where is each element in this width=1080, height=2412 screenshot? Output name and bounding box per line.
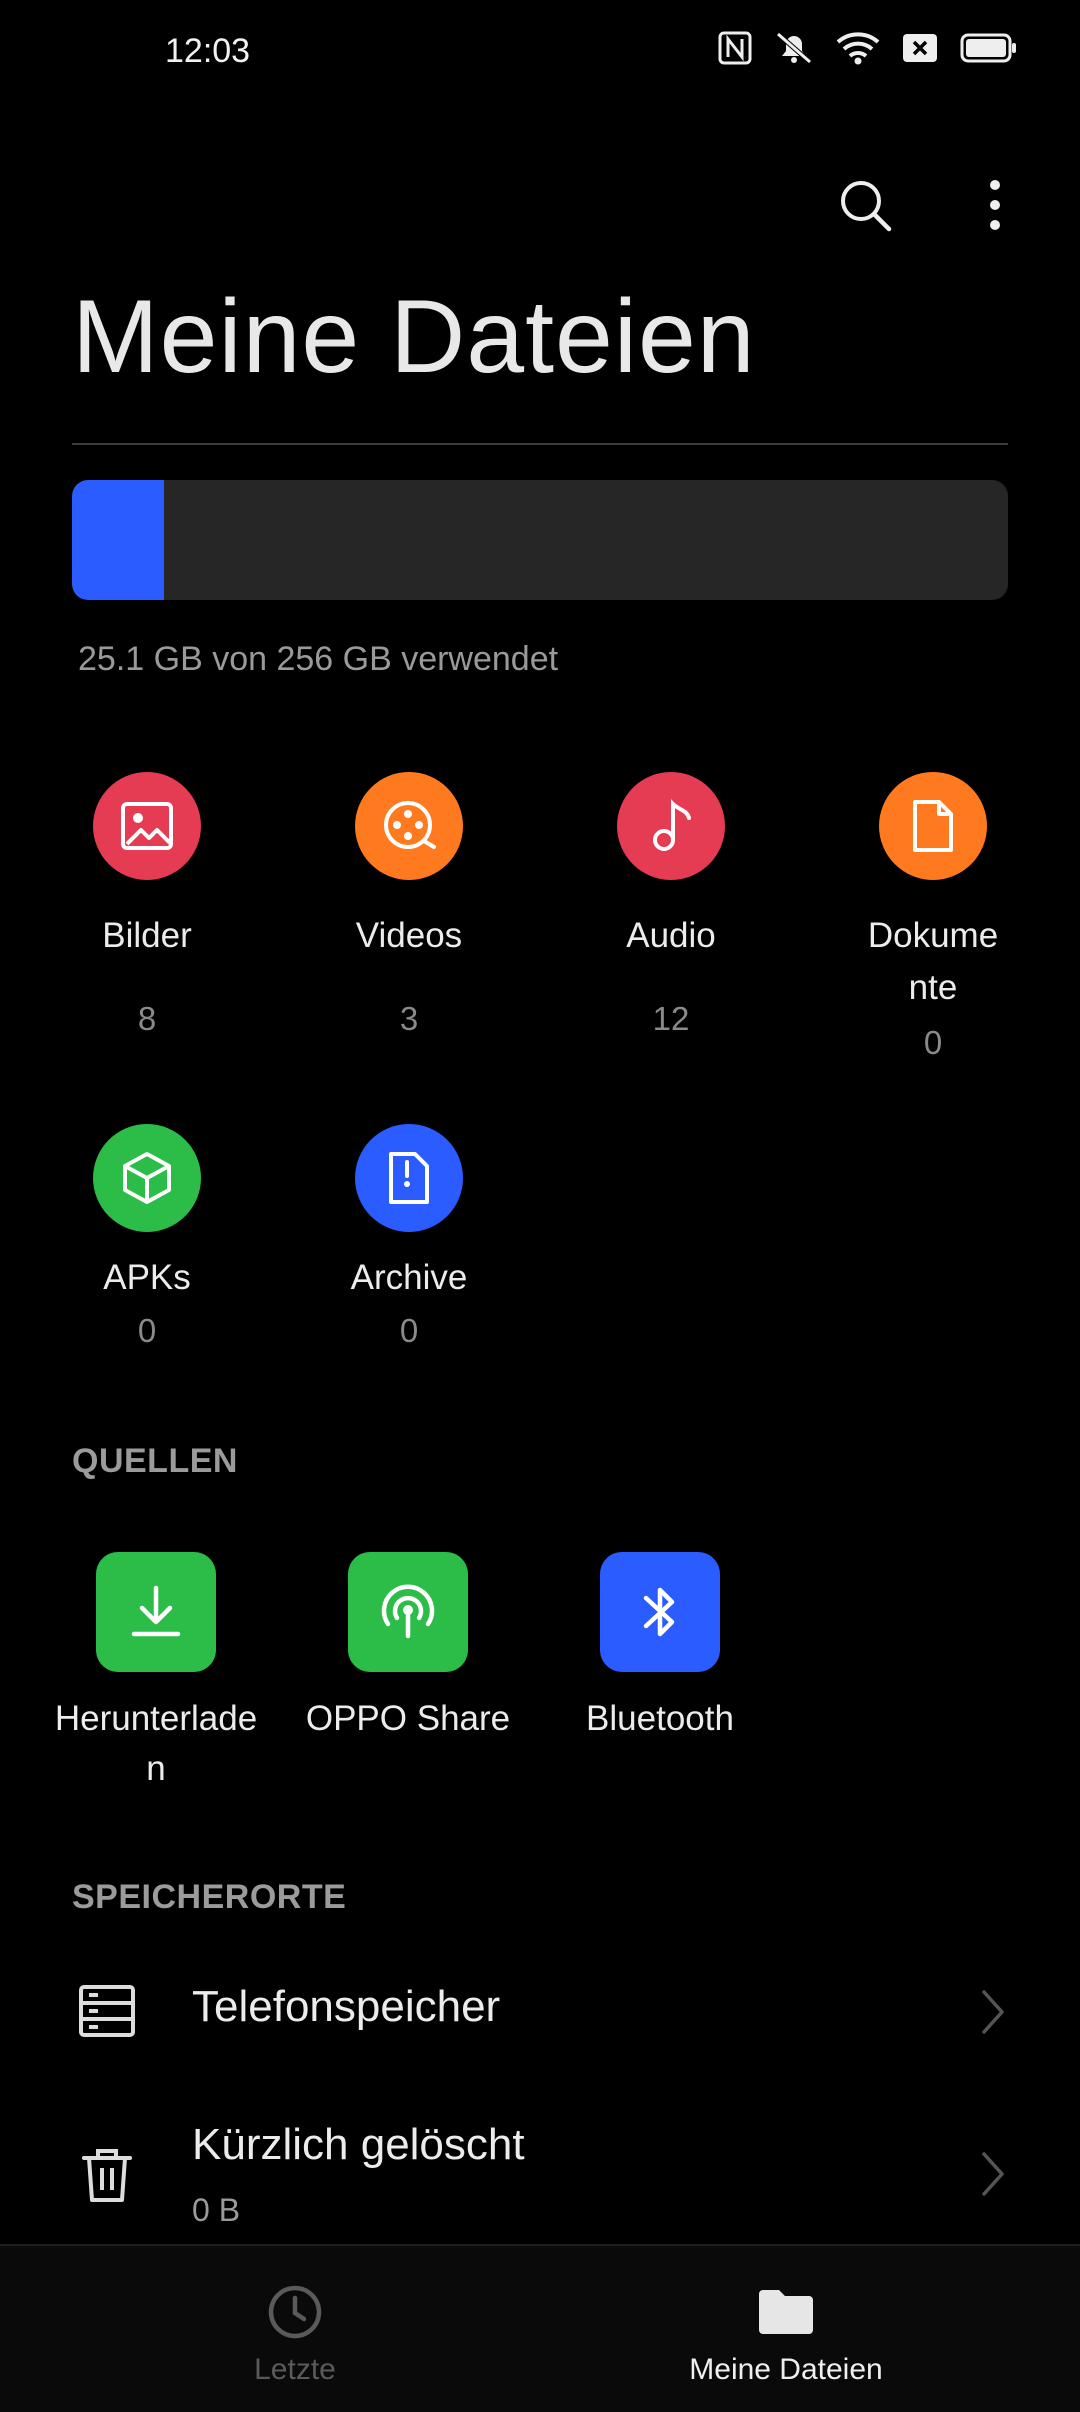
bottom-navigation: Letzte Meine Dateien xyxy=(0,2244,1080,2412)
category-label: Videos xyxy=(355,916,463,955)
category-archive[interactable]: Archive 0 xyxy=(278,1124,540,1350)
category-label: APKs xyxy=(103,1258,191,1297)
category-images[interactable]: Bilder 8 xyxy=(16,772,278,1038)
category-count: 3 xyxy=(399,1000,419,1037)
nav-label: Letzte xyxy=(254,2353,336,2386)
location-phone-storage[interactable]: Telefonspeicher xyxy=(0,1942,1080,2082)
category-count: 0 xyxy=(923,1024,943,1061)
category-count: 0 xyxy=(137,1312,157,1349)
source-label: Herunterlade n xyxy=(54,1699,258,1788)
source-bluetooth[interactable]: Bluetooth xyxy=(534,1552,786,1744)
search-button[interactable] xyxy=(830,170,900,240)
title-divider xyxy=(72,443,1008,445)
search-icon xyxy=(841,181,892,232)
trash-icon xyxy=(82,2149,132,2202)
storage-usage-fill xyxy=(72,480,164,600)
folder-icon xyxy=(759,2290,813,2334)
location-recently-deleted[interactable]: Kürzlich gelöscht 0 B xyxy=(0,2104,1080,2244)
status-icons xyxy=(718,30,1018,66)
sources-heading: QUELLEN xyxy=(72,1442,238,1480)
category-apks[interactable]: APKs 0 xyxy=(16,1124,278,1350)
share-signal-icon xyxy=(348,1552,468,1672)
category-label: Audio xyxy=(626,916,716,955)
archive-icon xyxy=(355,1124,463,1232)
battery-icon xyxy=(960,33,1018,63)
source-label: OPPO Share xyxy=(305,1699,511,1738)
close-box-icon xyxy=(902,33,938,63)
image-icon xyxy=(93,772,201,880)
source-label: Bluetooth xyxy=(586,1699,734,1738)
download-icon xyxy=(96,1552,216,1672)
more-options-button[interactable] xyxy=(960,170,1030,240)
film-reel-icon xyxy=(355,772,463,880)
nav-label: Meine Dateien xyxy=(689,2353,883,2386)
source-downloads[interactable]: Herunterlade n xyxy=(30,1552,282,1794)
location-size: 0 B xyxy=(192,2192,241,2228)
chevron-right-icon xyxy=(982,1990,1004,2034)
nav-recent[interactable]: Letzte xyxy=(25,2246,565,2412)
category-count: 0 xyxy=(399,1312,419,1349)
category-label: Archive xyxy=(350,1258,468,1297)
bluetooth-icon xyxy=(600,1552,720,1672)
top-actions xyxy=(830,170,1030,240)
mute-icon xyxy=(774,30,814,66)
storage-usage-text: 25.1 GB von 256 GB verwendet xyxy=(78,640,559,678)
status-time: 12:03 xyxy=(165,32,251,70)
category-documents[interactable]: Dokume nte 0 xyxy=(802,772,1064,1062)
nfc-icon xyxy=(718,31,752,65)
storage-icon xyxy=(79,1985,135,2037)
category-audio[interactable]: Audio 12 xyxy=(540,772,802,1038)
document-icon xyxy=(879,772,987,880)
locations-heading: SPEICHERORTE xyxy=(72,1878,347,1916)
music-note-icon xyxy=(617,772,725,880)
location-label: Telefonspeicher xyxy=(192,1982,501,2031)
category-count: 8 xyxy=(137,1000,157,1037)
status-bar: 12:03 xyxy=(0,0,1080,110)
category-videos[interactable]: Videos 3 xyxy=(278,772,540,1038)
chevron-right-icon xyxy=(982,2152,1004,2196)
storage-usage-bar xyxy=(72,480,1008,600)
location-label: Kürzlich gelöscht xyxy=(192,2120,525,2169)
source-oppo-share[interactable]: OPPO Share xyxy=(282,1552,534,1744)
wifi-icon xyxy=(836,31,880,65)
category-label: Bilder xyxy=(102,916,192,955)
category-label: Dokume nte xyxy=(867,916,999,1007)
page-title: Meine Dateien xyxy=(72,279,756,395)
clock-icon xyxy=(268,2285,322,2339)
more-vertical-icon xyxy=(990,180,1000,230)
category-count: 12 xyxy=(652,1000,690,1037)
package-icon xyxy=(93,1124,201,1232)
nav-my-files[interactable]: Meine Dateien xyxy=(516,2246,1056,2412)
